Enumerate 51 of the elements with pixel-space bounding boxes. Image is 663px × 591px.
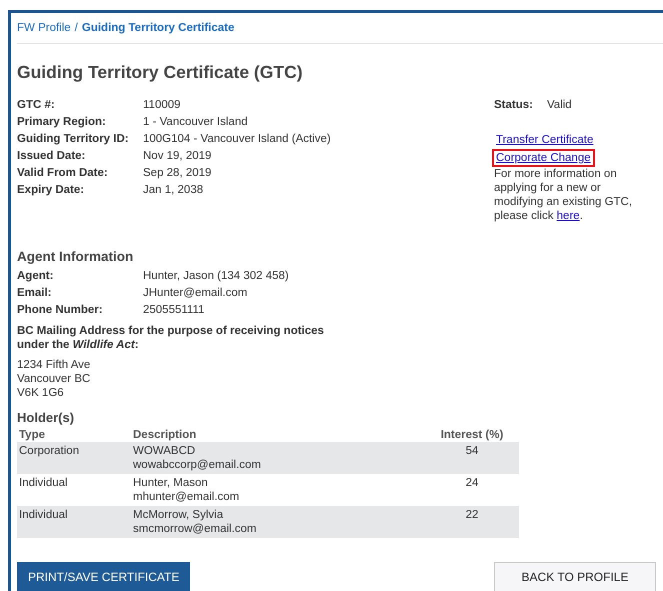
field-value: 110009 — [143, 99, 182, 111]
back-button[interactable]: BACK TO PROFILE — [494, 562, 656, 591]
field-value: Nov 19, 2019 — [143, 150, 212, 162]
field-label: Expiry Date: — [17, 184, 86, 196]
address-line: Vancouver BC — [17, 372, 92, 386]
holder-name: WOWABCD — [133, 444, 196, 458]
field-value: JHunter@email.com — [143, 287, 248, 299]
holder-name: Hunter, Mason — [133, 476, 209, 490]
breadcrumb-link[interactable]: FW Profile — [17, 22, 71, 34]
column-header: Interest (%) — [425, 427, 519, 442]
field-label: Phone Number: — [17, 304, 104, 316]
holder-email: mhunter@email.com — [133, 490, 240, 504]
address-label: BC Mailing Address for the purpose of receiving notices under the Wildlife Act: — [17, 324, 325, 352]
column-header: Description — [131, 427, 425, 442]
address-line: 1234 Fifth Ave — [17, 358, 92, 372]
holder-email: smcmorrow@email.com — [133, 522, 258, 536]
action-link[interactable]: Corporate Change — [492, 149, 595, 167]
field-value: Jan 1, 2038 — [143, 184, 204, 196]
info-text: For more information on applying for a new or modifying an existing GTC, please click here. — [494, 167, 634, 223]
field-value: 100G104 - Vancouver Island (Active) — [143, 133, 331, 145]
field-value: Sep 28, 2019 — [143, 167, 212, 179]
table-cell: Corporation — [17, 442, 131, 474]
table-cell: 24 — [425, 474, 519, 506]
field-value: 2505551111 — [143, 304, 206, 316]
table-cell: 54 — [425, 442, 519, 474]
page-title: Guiding Territory Certificate (GTC) — [17, 62, 304, 83]
field-value: Hunter, Jason (134 302 458) — [143, 270, 290, 282]
column-header: Type — [17, 427, 131, 442]
breadcrumb-separator: / — [74, 22, 78, 34]
breadcrumb-current: Guiding Territory Certificate — [82, 22, 234, 34]
table-cell: 22 — [425, 506, 519, 538]
holder-email: wowabccorp@email.com — [133, 458, 262, 472]
field-label: Guiding Territory ID: — [17, 133, 130, 145]
field-label: Email: — [17, 287, 53, 299]
address-line: V6K 1G6 — [17, 386, 65, 400]
here-link[interactable]: here — [556, 210, 580, 222]
holder-name: McMorrow, Sylvia — [133, 508, 224, 522]
action-link[interactable]: Transfer Certificate — [492, 131, 598, 149]
print-button[interactable]: PRINT/SAVE CERTIFICATE — [17, 562, 190, 591]
table-cell: Individual — [17, 506, 131, 538]
section-heading: Agent Information — [17, 249, 134, 264]
field-label: Valid From Date: — [17, 167, 109, 179]
field-label: Primary Region: — [17, 116, 107, 128]
field-label: Issued Date: — [17, 150, 86, 162]
status-value: Valid — [546, 99, 572, 111]
table-cell: Individual — [17, 474, 131, 506]
status-label: Status: — [494, 99, 533, 111]
field-label: GTC #: — [17, 99, 56, 111]
field-label: Agent: — [17, 270, 54, 282]
section-heading: Holder(s) — [17, 410, 76, 425]
field-value: 1 - Vancouver Island — [143, 116, 249, 128]
